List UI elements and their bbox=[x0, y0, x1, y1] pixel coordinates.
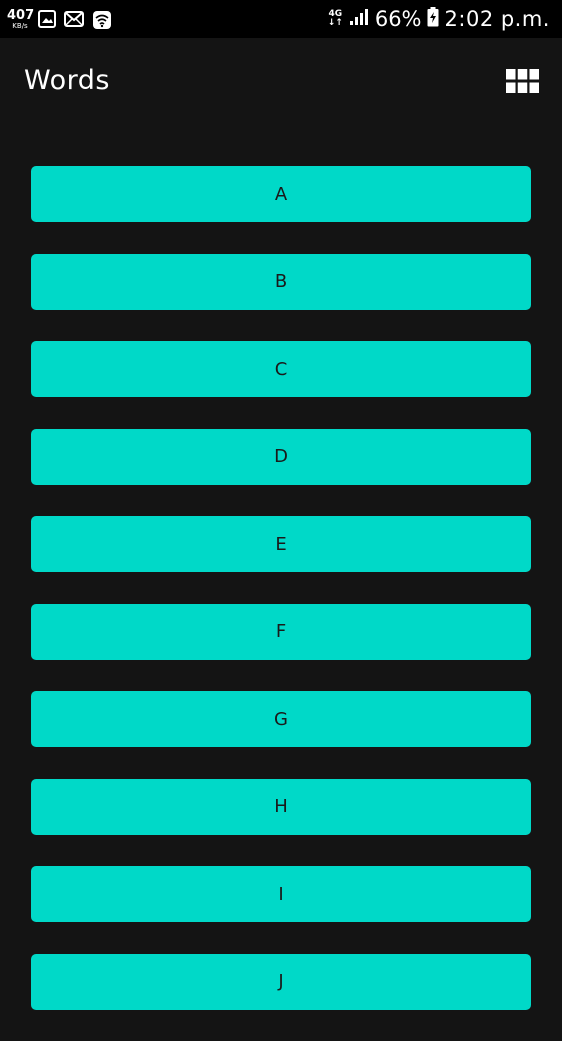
network-speed-unit: KB/s bbox=[12, 22, 28, 30]
letter-button-f[interactable]: F bbox=[31, 603, 531, 660]
letter-button-b[interactable]: B bbox=[31, 253, 531, 310]
battery-charging-icon bbox=[427, 7, 439, 31]
letter-list: A B C D E F G H I J bbox=[31, 166, 531, 1041]
network-type: 4G ↓↑ bbox=[328, 10, 343, 28]
network-speed-value: 407 bbox=[7, 8, 35, 23]
battery-percent: 66% bbox=[374, 7, 422, 31]
page-title: Words bbox=[24, 65, 110, 96]
grid-view-icon[interactable] bbox=[506, 69, 539, 93]
clock: 2:02 p.m. bbox=[444, 7, 550, 31]
data-arrows-icon: ↓↑ bbox=[327, 18, 343, 28]
letter-button-g[interactable]: G bbox=[31, 691, 531, 747]
app-bar: Words bbox=[0, 38, 562, 126]
letter-button-e[interactable]: E bbox=[31, 516, 531, 572]
letter-button-i[interactable]: I bbox=[31, 866, 531, 922]
letter-button-a[interactable]: A bbox=[31, 166, 531, 222]
status-bar: 407 KB/s 4G ↓↑ 66% 2:02 p.m. bbox=[0, 0, 562, 38]
gallery-icon bbox=[38, 10, 56, 32]
letter-button-d[interactable]: D bbox=[31, 428, 531, 485]
letter-button-c[interactable]: C bbox=[31, 341, 531, 397]
letter-button-j[interactable]: J bbox=[31, 953, 531, 1010]
signal-icon bbox=[349, 8, 369, 30]
mail-icon bbox=[64, 10, 84, 32]
letter-button-h[interactable]: H bbox=[31, 778, 531, 835]
wifi-icon bbox=[92, 10, 112, 34]
network-speed: 407 KB/s bbox=[7, 8, 35, 30]
